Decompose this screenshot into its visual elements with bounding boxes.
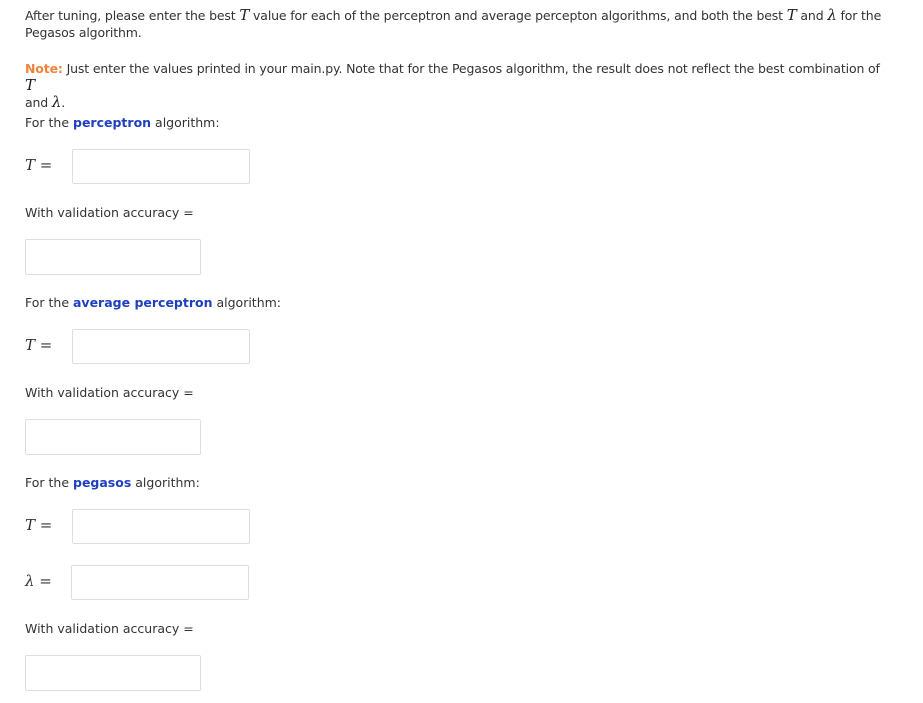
note-text: Just enter the values printed in your ma… bbox=[62, 61, 880, 76]
heading-text: For the bbox=[25, 115, 73, 130]
perceptron-accuracy-input[interactable] bbox=[25, 239, 201, 275]
note-label: Note: bbox=[25, 61, 63, 76]
average-perceptron-T-input[interactable] bbox=[72, 329, 250, 364]
math-T: T bbox=[25, 156, 36, 174]
note-text: . bbox=[61, 95, 66, 110]
intro-text: and bbox=[796, 8, 828, 23]
equals-sign: = bbox=[35, 336, 53, 354]
heading-text: algorithm: bbox=[131, 475, 200, 490]
equals-sign: = bbox=[35, 516, 53, 534]
perceptron-accuracy-label: With validation accuracy = bbox=[25, 205, 194, 220]
average-perceptron-accuracy-label: With validation accuracy = bbox=[25, 385, 194, 400]
pegasos-lambda-input[interactable] bbox=[71, 565, 249, 600]
equals-sign: = bbox=[34, 572, 52, 590]
heading-text: For the bbox=[25, 295, 73, 310]
note-paragraph: Note: Just enter the values printed in y… bbox=[25, 60, 885, 111]
algorithm-name: perceptron bbox=[73, 115, 152, 130]
perceptron-T-input[interactable] bbox=[72, 149, 250, 184]
heading-text: algorithm: bbox=[212, 295, 282, 310]
average-perceptron-T-label: T = bbox=[25, 336, 52, 354]
math-lambda: λ bbox=[51, 93, 62, 111]
average-perceptron-accuracy-input[interactable] bbox=[25, 419, 201, 455]
perceptron-heading: For the perceptron algorithm: bbox=[25, 114, 220, 131]
average-perceptron-heading: For the average perceptron algorithm: bbox=[25, 294, 281, 311]
math-lambda: λ bbox=[25, 572, 35, 590]
intro-text: After tuning, please enter the best bbox=[25, 8, 240, 23]
algorithm-name: average perceptron bbox=[73, 295, 213, 310]
heading-text: For the bbox=[25, 475, 73, 490]
pegasos-accuracy-input[interactable] bbox=[25, 655, 201, 691]
math-T: T bbox=[786, 6, 797, 24]
pegasos-T-input[interactable] bbox=[72, 509, 250, 544]
note-text: and bbox=[25, 95, 52, 110]
equals-sign: = bbox=[35, 156, 53, 174]
math-T: T bbox=[25, 336, 36, 354]
math-lambda: λ bbox=[827, 6, 837, 24]
algorithm-name: pegasos bbox=[73, 475, 132, 490]
perceptron-T-label: T = bbox=[25, 156, 52, 174]
pegasos-lambda-label: λ = bbox=[25, 572, 52, 590]
intro-paragraph: After tuning, please enter the best T va… bbox=[25, 7, 885, 41]
pegasos-T-label: T = bbox=[25, 516, 52, 534]
math-T: T bbox=[239, 6, 250, 24]
pegasos-heading: For the pegasos algorithm: bbox=[25, 474, 200, 491]
math-T: T bbox=[25, 516, 36, 534]
heading-text: algorithm: bbox=[151, 115, 220, 130]
pegasos-accuracy-label: With validation accuracy = bbox=[25, 621, 194, 636]
intro-text: value for each of the perceptron and ave… bbox=[249, 8, 787, 23]
math-T: T bbox=[25, 76, 35, 94]
